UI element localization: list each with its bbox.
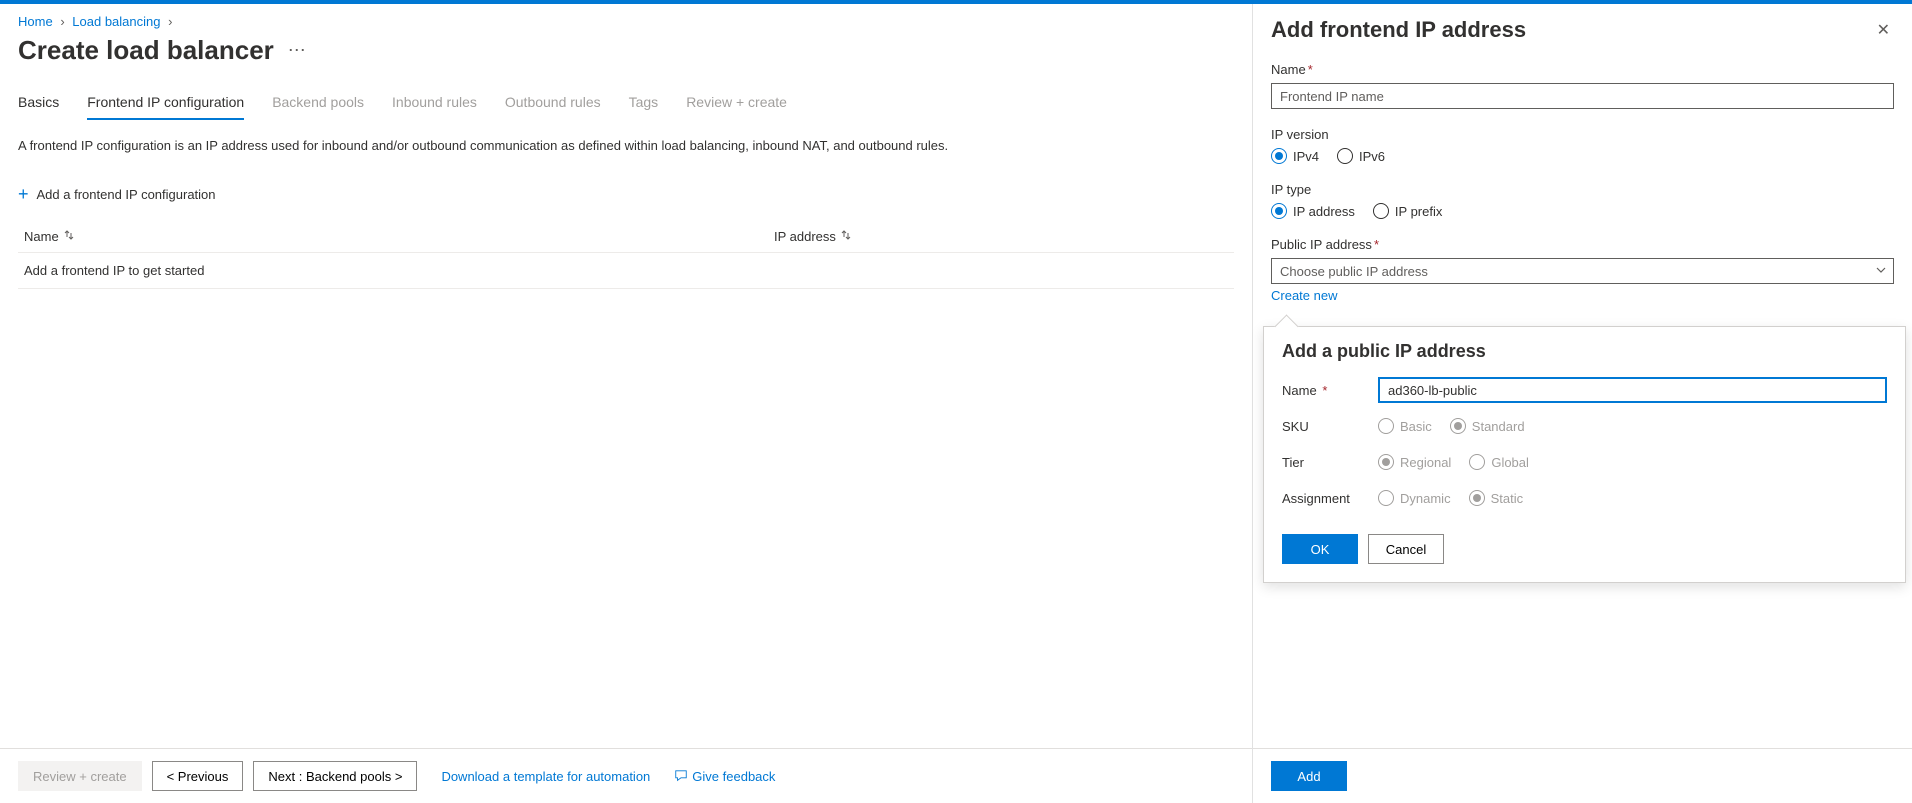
panel-title: Add frontend IP address [1271,17,1526,43]
public-ip-label: Public IP address [1271,237,1372,252]
tier-global-label: Global [1491,455,1529,470]
tab-basics[interactable]: Basics [18,94,59,120]
bottom-bar: Review + create < Previous Next : Backen… [0,748,1252,803]
tab-description: A frontend IP configuration is an IP add… [18,138,1234,153]
public-ip-select-placeholder: Choose public IP address [1280,264,1428,279]
ok-button[interactable]: OK [1282,534,1358,564]
give-feedback-link[interactable]: Give feedback [674,769,775,784]
sku-basic-label: Basic [1400,419,1432,434]
name-label: Name [1271,62,1306,77]
popup-name-label: Name [1282,383,1317,398]
tier-regional-radio: Regional [1378,454,1451,470]
ip-prefix-radio-label: IP prefix [1395,204,1442,219]
column-ip-address[interactable]: IP address [774,229,836,244]
ip-type-label: IP type [1271,182,1311,197]
add-frontend-ip-panel: Add frontend IP address ✕ Name* IP versi… [1252,4,1912,803]
table-empty-row: Add a frontend IP to get started [18,253,1234,289]
previous-button[interactable]: < Previous [152,761,244,791]
frontend-ip-name-input[interactable] [1271,83,1894,109]
sku-basic-radio: Basic [1378,418,1432,434]
close-icon[interactable]: ✕ [1873,16,1894,44]
plus-icon: + [18,185,29,203]
tabs: Basics Frontend IP configuration Backend… [18,94,1234,120]
give-feedback-label: Give feedback [692,769,775,784]
ip-prefix-radio[interactable]: IP prefix [1373,203,1442,219]
tab-inbound-rules: Inbound rules [392,94,477,120]
assignment-static-label: Static [1491,491,1524,506]
next-button[interactable]: Next : Backend pools > [253,761,417,791]
ipv4-radio[interactable]: IPv4 [1271,148,1319,164]
sku-standard-radio: Standard [1450,418,1525,434]
add-frontend-ip-config-button[interactable]: + Add a frontend IP configuration [18,185,1234,203]
chevron-right-icon: › [60,14,64,29]
more-menu-icon[interactable]: ⋯ [288,40,306,61]
ipv6-radio[interactable]: IPv6 [1337,148,1385,164]
create-new-link[interactable]: Create new [1271,288,1337,303]
required-icon: * [1374,237,1379,252]
tab-tags: Tags [629,94,659,120]
page-title: Create load balancer [18,35,274,66]
feedback-icon [674,769,688,783]
cancel-button[interactable]: Cancel [1368,534,1444,564]
sort-icon[interactable] [840,229,852,244]
breadcrumb: Home › Load balancing › [18,4,1234,29]
ip-version-label: IP version [1271,127,1329,142]
sort-icon[interactable] [63,229,75,244]
review-create-button: Review + create [18,761,142,791]
tab-backend-pools: Backend pools [272,94,364,120]
tab-frontend-ip[interactable]: Frontend IP configuration [87,94,244,120]
assignment-dynamic-label: Dynamic [1400,491,1451,506]
breadcrumb-load-balancing[interactable]: Load balancing [72,14,160,29]
add-button[interactable]: Add [1271,761,1347,791]
ipv4-radio-label: IPv4 [1293,149,1319,164]
public-ip-select[interactable]: Choose public IP address [1271,258,1894,284]
add-public-ip-popup: Add a public IP address Name * SKU Basic… [1263,326,1906,583]
required-icon: * [1308,62,1313,77]
download-template-link[interactable]: Download a template for automation [441,769,650,784]
tab-review-create: Review + create [686,94,787,120]
tier-regional-label: Regional [1400,455,1451,470]
chevron-down-icon [1875,264,1887,279]
sku-label: SKU [1282,419,1378,434]
ipv6-radio-label: IPv6 [1359,149,1385,164]
sku-standard-label: Standard [1472,419,1525,434]
assignment-static-radio: Static [1469,490,1524,506]
required-icon: * [1322,383,1327,398]
ip-address-radio-label: IP address [1293,204,1355,219]
assignment-label: Assignment [1282,491,1378,506]
tier-global-radio: Global [1469,454,1529,470]
add-frontend-ip-config-label: Add a frontend IP configuration [37,187,216,202]
breadcrumb-home[interactable]: Home [18,14,53,29]
tab-outbound-rules: Outbound rules [505,94,601,120]
popup-title: Add a public IP address [1282,341,1887,362]
table-header: Name IP address [18,221,1234,253]
assignment-dynamic-radio: Dynamic [1378,490,1451,506]
column-name[interactable]: Name [24,229,59,244]
tier-label: Tier [1282,455,1378,470]
public-ip-name-input[interactable] [1378,377,1887,403]
chevron-right-icon: › [168,14,172,29]
ip-address-radio[interactable]: IP address [1271,203,1355,219]
